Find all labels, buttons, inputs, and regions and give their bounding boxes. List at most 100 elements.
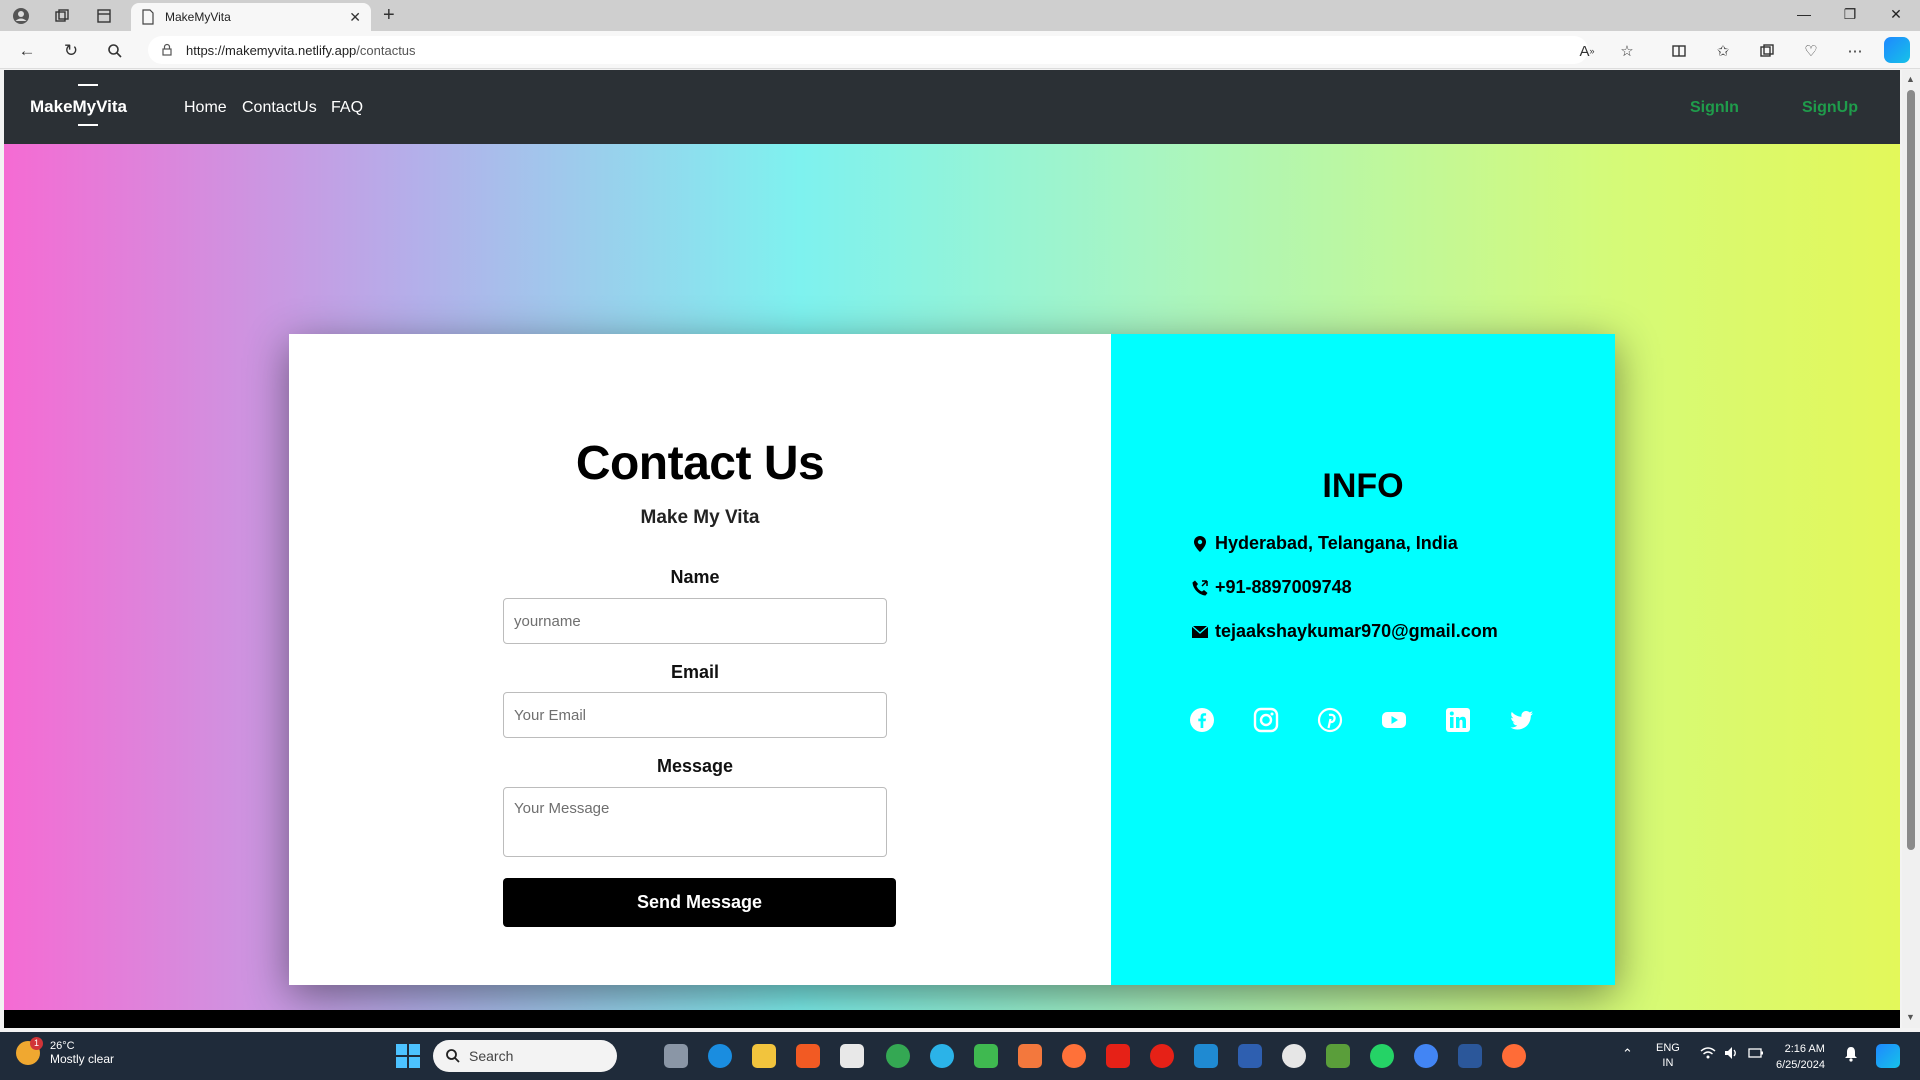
language-indicator[interactable]: ENG IN	[1656, 1041, 1680, 1071]
brave-icon[interactable]	[796, 1044, 820, 1068]
brand-text: MakeMyVita	[30, 97, 128, 116]
dev-app-icon[interactable]	[1238, 1044, 1262, 1068]
brand-top-line	[78, 84, 98, 86]
contact-form-panel: Contact Us Make My Vita Name Email Messa…	[289, 334, 1111, 985]
nav-link-contactus[interactable]: ContactUs	[242, 99, 317, 117]
help-app-icon[interactable]	[930, 1044, 954, 1068]
favorite-star-icon[interactable]: ☆	[1616, 40, 1638, 62]
weather-condition: Mostly clear	[50, 1052, 115, 1066]
email-field[interactable]	[503, 692, 887, 738]
github-icon[interactable]	[1282, 1044, 1306, 1068]
phone-row: +91-8897009748	[1191, 577, 1352, 598]
weather-badge: 1	[30, 1037, 43, 1050]
scroll-thumb[interactable]	[1907, 90, 1915, 850]
microsoft-store-icon[interactable]	[840, 1044, 864, 1068]
collections-icon[interactable]	[51, 5, 73, 27]
browser-tab-bar: MakeMyVita ✕ + — ❐ ✕	[0, 0, 1920, 31]
temperature: 26°C	[50, 1040, 75, 1052]
location-text: Hyderabad, Telangana, India	[1215, 533, 1458, 553]
whatsapp-icon[interactable]	[1370, 1044, 1394, 1068]
collections-toolbar-icon[interactable]	[1756, 40, 1778, 62]
name-field[interactable]	[503, 598, 887, 644]
email-row: tejaakshaykumar970@gmail.com	[1191, 621, 1498, 642]
phone-icon	[1192, 579, 1208, 595]
close-window-icon[interactable]: ✕	[1886, 6, 1906, 23]
url-path: /contactus	[356, 42, 416, 58]
taskbar-search[interactable]: Search	[433, 1040, 617, 1072]
copilot-icon[interactable]	[1884, 37, 1910, 63]
file-explorer-icon[interactable]	[752, 1044, 776, 1068]
page-scrollbar[interactable]: ▲ ▼	[1902, 70, 1920, 1028]
minimize-icon[interactable]: —	[1794, 6, 1814, 22]
vertical-tabs-icon[interactable]	[93, 5, 115, 27]
browser-toolbar: ← ↻ https://makemyvita.netlify.app/conta…	[0, 31, 1920, 69]
chrome-icon[interactable]	[886, 1044, 910, 1068]
signup-link[interactable]: SignUp	[1802, 99, 1858, 117]
page-title: Contact Us	[575, 437, 825, 490]
back-icon[interactable]: ←	[16, 40, 38, 62]
brand-logo[interactable]: MakeMyVita	[30, 84, 128, 126]
read-aloud-icon[interactable]: A»	[1576, 40, 1598, 62]
youtube-music-icon[interactable]	[1150, 1044, 1174, 1068]
profile-icon[interactable]	[10, 5, 32, 27]
notification-bell-icon[interactable]	[1844, 1046, 1858, 1067]
volume-icon[interactable]	[1724, 1046, 1740, 1065]
location-row: Hyderabad, Telangana, India	[1191, 533, 1458, 554]
linkedin-icon[interactable]	[1445, 707, 1471, 733]
edge-icon[interactable]	[708, 1044, 732, 1068]
more-options-icon[interactable]: ⋯	[1844, 40, 1866, 62]
media-app-icon[interactable]	[974, 1044, 998, 1068]
page-viewport: MakeMyVita Home ContactUs FAQ SignIn Sig…	[4, 70, 1900, 1028]
firefox-icon[interactable]	[1062, 1044, 1086, 1068]
phone-text: +91-8897009748	[1215, 577, 1352, 597]
scroll-up-icon[interactable]: ▲	[1906, 74, 1915, 84]
word-icon[interactable]	[1458, 1044, 1482, 1068]
battery-icon[interactable]	[1748, 1046, 1764, 1065]
contact-card: Contact Us Make My Vita Name Email Messa…	[289, 334, 1615, 985]
nav-link-faq[interactable]: FAQ	[331, 99, 363, 117]
favorites-icon[interactable]: ✩	[1712, 40, 1734, 62]
social-links	[1189, 707, 1535, 733]
clock-date: 6/25/2024	[1776, 1059, 1825, 1071]
youtube-icon[interactable]	[1381, 707, 1407, 733]
windows-start-icon[interactable]	[396, 1044, 420, 1068]
system-clock[interactable]: 2:16 AM 6/25/2024	[1776, 1041, 1825, 1073]
pinterest-icon[interactable]	[1317, 707, 1343, 733]
restore-icon[interactable]: ❐	[1840, 6, 1860, 23]
show-hidden-icons[interactable]: ⌃	[1622, 1046, 1633, 1061]
envelope-icon	[1191, 624, 1209, 638]
task-view-icon[interactable]	[664, 1044, 688, 1068]
site-info-icon[interactable]	[160, 43, 174, 57]
postman-icon[interactable]	[1502, 1044, 1526, 1068]
scroll-down-icon[interactable]: ▼	[1906, 1012, 1915, 1022]
send-message-button[interactable]: Send Message	[503, 878, 896, 927]
sheets-app-icon[interactable]	[1326, 1044, 1350, 1068]
message-field[interactable]	[503, 787, 887, 857]
browser-tab[interactable]: MakeMyVita ✕	[131, 3, 371, 31]
wifi-icon[interactable]	[1700, 1046, 1716, 1065]
signin-link[interactable]: SignIn	[1690, 99, 1739, 117]
split-screen-icon[interactable]	[1668, 40, 1690, 62]
windows-taskbar: 1 26°C Mostly clear Search ⌃ ENG IN 2:16…	[0, 1032, 1920, 1080]
new-tab-icon[interactable]: +	[383, 4, 395, 27]
copilot-taskbar-icon[interactable]	[1876, 1044, 1900, 1068]
clock-time: 2:16 AM	[1784, 1043, 1825, 1055]
search-icon[interactable]	[104, 40, 126, 62]
gradient-background: Contact Us Make My Vita Name Email Messa…	[4, 144, 1900, 1010]
facebook-icon[interactable]	[1189, 707, 1215, 733]
refresh-icon[interactable]: ↻	[60, 40, 82, 62]
close-tab-icon[interactable]: ✕	[349, 9, 361, 26]
nav-link-home[interactable]: Home	[184, 99, 227, 117]
browser-essentials-icon[interactable]: ♡	[1800, 40, 1822, 62]
vscode-icon[interactable]	[1194, 1044, 1218, 1068]
twitter-icon[interactable]	[1509, 707, 1535, 733]
chrome-profile-icon[interactable]	[1414, 1044, 1438, 1068]
youtube-app-icon[interactable]	[1106, 1044, 1130, 1068]
instagram-icon[interactable]	[1253, 707, 1279, 733]
language-code: ENG	[1656, 1042, 1680, 1054]
email-label: Email	[670, 662, 720, 682]
map-pin-icon	[1194, 535, 1206, 552]
weather-widget[interactable]: 1 26°C Mostly clear	[16, 1037, 115, 1066]
xampp-icon[interactable]	[1018, 1044, 1042, 1068]
address-bar[interactable]: https://makemyvita.netlify.app/contactus	[148, 36, 1588, 64]
